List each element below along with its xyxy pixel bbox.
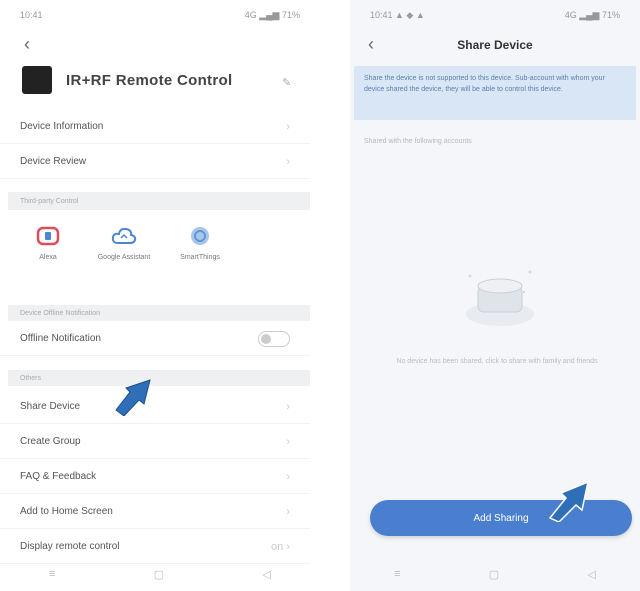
back-chevron-icon[interactable]: ‹ [24,34,30,55]
chevron-right-icon: › [286,505,290,518]
share-device-screen: 10:41 ▲ ◆ ▲ 4G ▂▄▆ 71% ‹ Share Device Sh… [350,0,640,591]
menu-item-label: Device Information [20,121,104,132]
menu-item-label: Add to Home Screen [20,506,113,517]
status-bar: 10:41 ▲ ◆ ▲ 4G ▂▄▆ 71% [350,0,640,30]
quick-action-alexa[interactable]: Alexa [18,226,78,261]
system-nav-bar: ≡ ▢ ◁ [350,557,640,591]
menu-item-label: Device Review [20,156,87,167]
pointer-arrow-add-sharing [548,480,590,522]
device-thumbnail [22,66,52,94]
device-title: IR+RF Remote Control [66,71,233,89]
quick-action-label: Google Assistant [97,254,151,261]
status-bar: 10:41 4G ▂▄▆ 71% [0,0,320,30]
nav-home-icon[interactable]: ▢ [489,568,499,581]
section-header-third-party: Third-party Control [8,192,310,210]
offline-notification-toggle[interactable] [258,330,290,347]
add-sharing-label: Add Sharing [473,512,529,524]
device-settings-screen: 10:41 4G ▂▄▆ 71% ‹ IR+RF Remote Control … [0,0,320,591]
nav-menu-icon[interactable]: ≡ [49,568,55,580]
nav-home-icon[interactable]: ▢ [154,568,164,581]
nav-menu-icon[interactable]: ≡ [394,568,400,580]
alexa-icon [36,226,60,246]
chevron-right-icon: › [286,470,290,483]
menu-item-device-review[interactable]: Device Review › [0,145,310,179]
menu-item-add-to-home-screen[interactable]: Add to Home Screen › [0,495,310,529]
nav-back-icon[interactable]: ◁ [262,568,270,581]
device-header: IR+RF Remote Control [22,66,232,94]
menu-item-create-group[interactable]: Create Group › [0,425,310,459]
status-time: 10:41 [20,10,43,20]
chevron-right-icon: › [286,400,290,413]
chevron-right-icon: › [286,435,290,448]
menu-item-faq-feedback[interactable]: FAQ & Feedback › [0,460,310,494]
status-indicators: 4G ▂▄▆ 71% [244,9,300,20]
quick-action-label: Alexa [39,254,57,261]
quick-action-google-assistant[interactable]: Google Assistant [94,226,154,261]
pointer-arrow-share-device [115,379,151,416]
menu-item-label: Create Group [20,436,81,447]
display-remote-value: on › [271,540,290,553]
quick-action-smartthings[interactable]: SmartThings [170,226,230,261]
status-time: 10:41 ▲ ◆ ▲ [370,9,425,20]
edit-pencil-icon[interactable]: ✎ [282,76,291,89]
shared-accounts-label: Shared with the following accounts [364,138,472,145]
menu-item-label: Share Device [20,401,81,412]
empty-device-illustration [466,270,534,326]
quick-action-label: SmartThings [180,254,220,261]
section-header-notification: Device Offline Notification [8,305,310,321]
cloud-icon [111,227,137,244]
menu-item-label: Display remote control [20,541,120,552]
chevron-right-icon: › [286,120,290,133]
display-remote-value-text: on [271,540,284,553]
nav-back-icon[interactable]: ◁ [587,568,595,581]
smartthings-icon [191,227,209,245]
chevron-right-icon: › [286,155,290,168]
info-banner: Share the device is not supported to thi… [354,66,636,120]
page-title: Share Device [457,38,533,52]
system-nav-bar: ≡ ▢ ◁ [0,557,320,591]
empty-state-text: No device has been shared, click to shar… [396,358,598,365]
menu-item-device-information[interactable]: Device Information › [0,110,310,144]
menu-item-label: FAQ & Feedback [20,471,97,482]
offline-notification-label: Offline Notification [20,333,101,344]
offline-notification-row: Offline Notification [0,322,310,356]
status-indicators: 4G ▂▄▆ 71% [564,9,620,20]
